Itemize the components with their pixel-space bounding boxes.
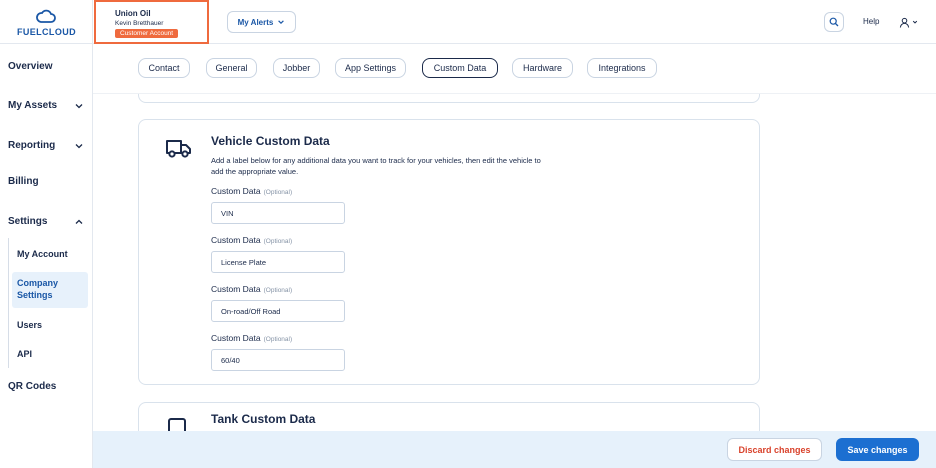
sidebar-item-overview[interactable]: Overview [8,61,84,72]
previous-card [138,94,760,103]
tab-integrations[interactable]: Integrations [587,58,657,78]
tab-general[interactable]: General [206,58,257,78]
sidebar-item-billing[interactable]: Billing [8,176,84,187]
cloud-icon [36,9,56,23]
optional-hint: (Optional) [263,189,293,196]
account-user-name: Kevin Bretthauer [115,20,164,27]
field-label-text: Custom Data [211,284,261,294]
discard-changes-button[interactable]: Discard changes [727,438,822,461]
optional-hint: (Optional) [263,238,293,245]
top-bar: Union Oil Kevin Bretthauer Customer Acco… [93,0,936,44]
sidebar-item-label: Overview [8,61,53,72]
field-label: Custom Data (Optional) [211,284,292,294]
sidebar-item-reporting[interactable]: Reporting [8,140,84,151]
my-alerts-dropdown[interactable]: My Alerts [227,11,296,33]
custom-data-input-1[interactable] [211,202,345,224]
sidebar-item-label: Reporting [8,140,56,151]
optional-hint: (Optional) [263,336,293,343]
account-type-badge: Customer Account [115,29,179,38]
chevron-down-icon [75,143,83,148]
tank-icon [168,418,186,431]
settings-tabs: Contact General Jobber App Settings Cust… [93,44,936,94]
sidebar-subitem-api[interactable]: API [17,349,32,359]
custom-data-input-2[interactable] [211,251,345,273]
chevron-up-icon [75,219,83,224]
submenu-divider [8,238,9,368]
field-label: Custom Data (Optional) [211,186,292,196]
save-changes-button[interactable]: Save changes [836,438,919,461]
tab-app-settings[interactable]: App Settings [335,58,406,78]
sidebar-subitem-users[interactable]: Users [17,320,42,330]
sidebar-item-my-assets[interactable]: My Assets [8,100,84,111]
chevron-down-icon [75,103,83,108]
sidebar-subitem-my-account[interactable]: My Account [17,249,68,259]
brand-name: FUELCLOUD [16,27,77,37]
account-company-name: Union Oil [115,9,151,18]
optional-hint: (Optional) [263,287,293,294]
sidebar-item-label: My Assets [8,100,58,111]
help-link[interactable]: Help [863,17,879,26]
vehicle-card-description: Add a label below for any additional dat… [211,156,541,176]
vehicle-custom-data-card: Vehicle Custom Data Add a label below fo… [138,119,760,385]
sidebar-item-label: QR Codes [8,381,57,392]
user-icon [899,17,910,28]
main-content[interactable]: Vehicle Custom Data Add a label below fo… [93,94,936,431]
sidebar-item-label: Billing [8,176,39,187]
custom-data-input-3[interactable] [211,300,345,322]
vehicle-card-title: Vehicle Custom Data [211,134,330,148]
tank-custom-data-card: Tank Custom Data [138,402,760,431]
chevron-down-icon [912,20,918,24]
chevron-down-icon [278,20,285,25]
tab-custom-data[interactable]: Custom Data [422,58,498,78]
field-label: Custom Data (Optional) [211,235,292,245]
sidebar-item-qr-codes[interactable]: QR Codes [8,381,84,392]
truck-icon [166,140,191,158]
field-label-text: Custom Data [211,186,261,196]
user-menu[interactable] [899,14,921,30]
field-label-text: Custom Data [211,333,261,343]
sidebar-item-settings[interactable]: Settings [8,216,84,227]
search-icon [829,17,839,27]
brand-logo[interactable]: FUELCLOUD [0,0,93,44]
field-label-text: Custom Data [211,235,261,245]
search-button[interactable] [824,12,844,32]
sidebar-item-label: Settings [8,216,48,227]
save-bar: Discard changes Save changes [93,431,936,468]
tank-card-title: Tank Custom Data [211,412,316,426]
sidebar: FUELCLOUD Overview My Assets Reporting B… [0,0,93,468]
tab-hardware[interactable]: Hardware [512,58,573,78]
account-switcher[interactable]: Union Oil Kevin Bretthauer Customer Acco… [94,0,209,44]
custom-data-input-4[interactable] [211,349,345,371]
sidebar-subitem-company-settings[interactable]: Company Settings [12,272,88,308]
my-alerts-label: My Alerts [237,17,274,27]
tab-contact[interactable]: Contact [138,58,190,78]
field-label: Custom Data (Optional) [211,333,292,343]
tab-jobber[interactable]: Jobber [273,58,320,78]
